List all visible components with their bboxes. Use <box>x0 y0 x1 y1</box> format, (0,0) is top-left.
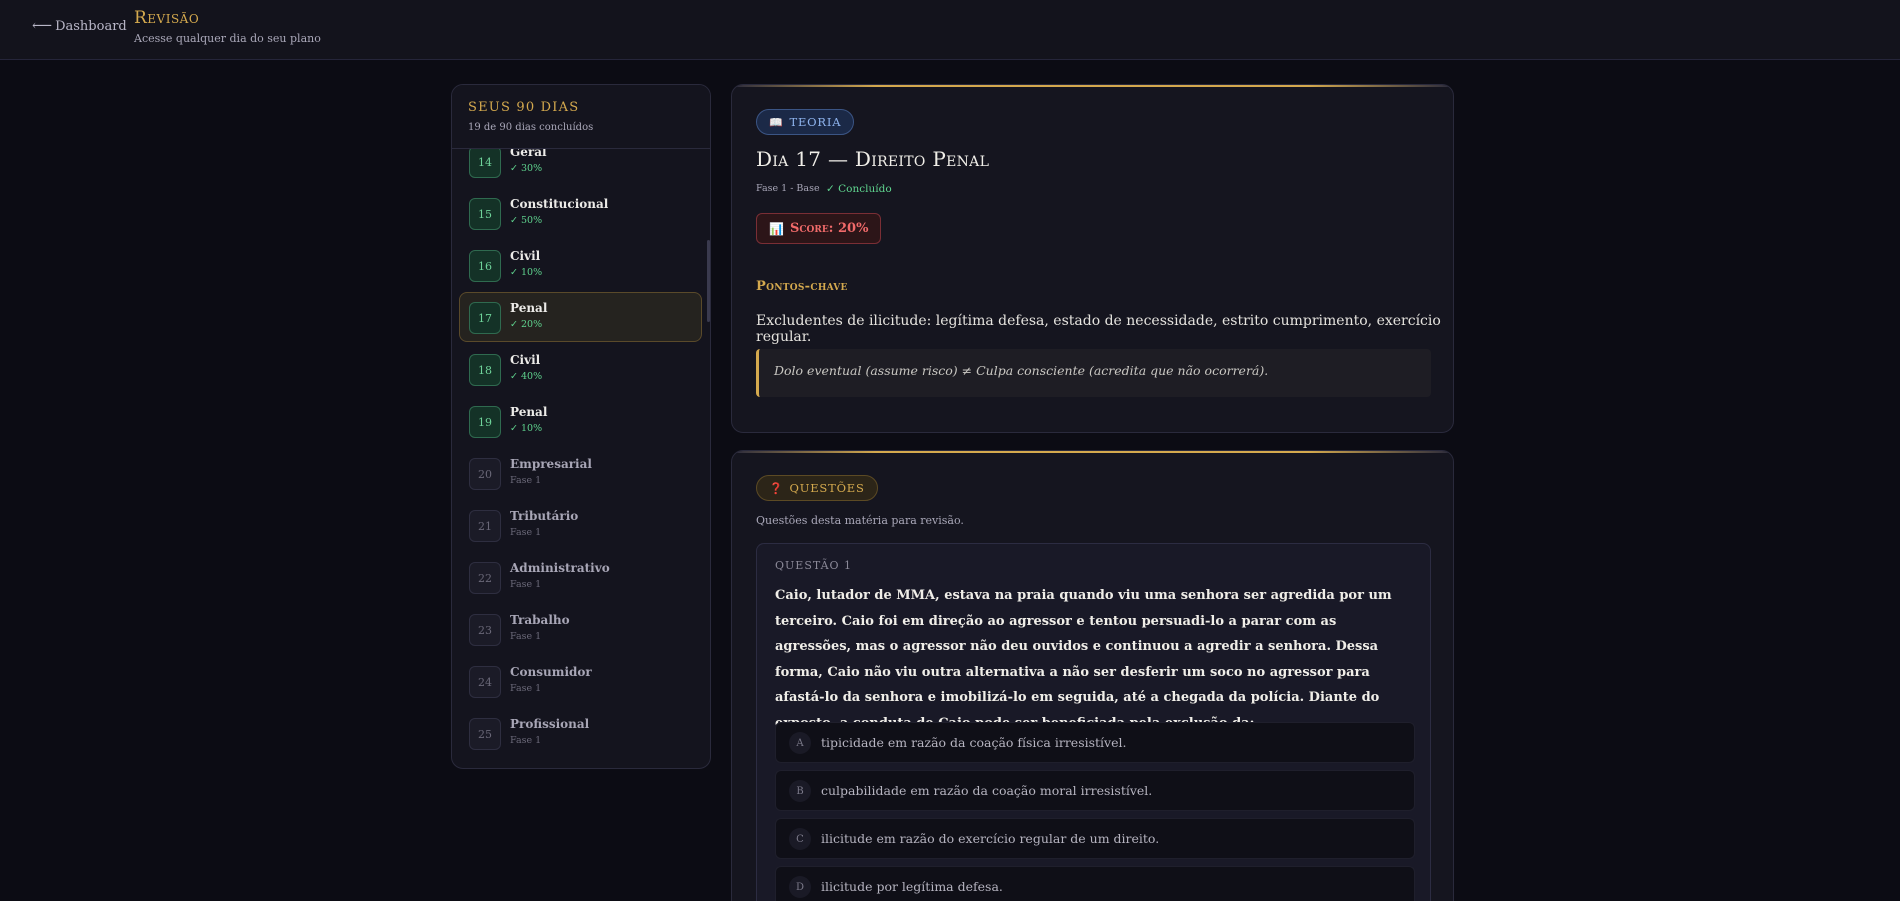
day-phase: Fase 1 <box>510 683 542 694</box>
back-to-dashboard-link[interactable]: ⟵ Dashboard <box>32 18 127 34</box>
book-icon: 📖 <box>769 115 784 129</box>
sidebar-progress: 19 de 90 dias concluídos <box>468 122 594 133</box>
days-sidebar: SEUS 90 DIAS 19 de 90 dias concluídos 14… <box>451 84 711 769</box>
day-score: ✓ 20% <box>510 319 543 330</box>
theory-card: 📖 TEORIA Dia 17 — Direito Penal Fase 1 -… <box>731 84 1454 433</box>
question-number: QUESTÃO 1 <box>775 559 853 572</box>
day-item-25[interactable]: 25 Profissional Fase 1 <box>459 708 702 758</box>
day-score: ✓ 40% <box>510 371 543 382</box>
day-subject: Empresarial <box>510 457 592 471</box>
day-item-15[interactable]: 15 Constitucional ✓ 50% <box>459 188 702 238</box>
key-points-text: Excludentes de ilicitude: legítima defes… <box>756 313 1441 345</box>
key-points-heading: Pontos-chave <box>756 279 848 294</box>
day-subject: Profissional <box>510 717 590 731</box>
sidebar-scrollbar[interactable] <box>707 240 710 322</box>
day-subject: Civil <box>510 353 541 367</box>
option-letter: D <box>789 876 811 898</box>
day-number: 24 <box>469 666 501 698</box>
day-phase: Fase 1 <box>510 527 542 538</box>
option-a[interactable]: A tipicidade em razão da coação física i… <box>775 722 1415 763</box>
day-item-21[interactable]: 21 Tributário Fase 1 <box>459 500 702 550</box>
day-item-23[interactable]: 23 Trabalho Fase 1 <box>459 604 702 654</box>
day-phase: Fase 1 <box>510 579 542 590</box>
day-item-19[interactable]: 19 Penal ✓ 10% <box>459 396 702 446</box>
day-number: 14 <box>469 149 501 178</box>
day-item-16[interactable]: 16 Civil ✓ 10% <box>459 240 702 290</box>
day-phase: Fase 1 <box>510 475 542 486</box>
page-title: Revisão <box>134 8 200 28</box>
day-number: 17 <box>469 302 501 334</box>
sidebar-header: SEUS 90 DIAS 19 de 90 dias concluídos <box>452 85 710 149</box>
day-number: 18 <box>469 354 501 386</box>
question-card: QUESTÃO 1 Caio, lutador de MMA, estava n… <box>756 543 1431 901</box>
day-score: ✓ 30% <box>510 163 543 174</box>
key-quote: Dolo eventual (assume risco) ≠ Culpa con… <box>756 349 1431 397</box>
day-subject: Geral <box>510 149 547 159</box>
questions-badge: ❓ QUESTÕES <box>756 475 878 501</box>
day-number: 20 <box>469 458 501 490</box>
arrow-left-icon: ⟵ <box>32 18 53 34</box>
option-text: tipicidade em razão da coação física irr… <box>821 735 1127 750</box>
day-number: 21 <box>469 510 501 542</box>
status-badge: ✓ Concluído <box>826 183 892 195</box>
day-phase: Fase 1 <box>510 631 542 642</box>
sidebar-title: SEUS 90 DIAS <box>468 100 580 115</box>
day-item-26[interactable]: 26 <box>459 760 702 768</box>
day-subject: Penal <box>510 405 548 419</box>
day-item-22[interactable]: 22 Administrativo Fase 1 <box>459 552 702 602</box>
day-subject: Trabalho <box>510 613 570 627</box>
question-text: Caio, lutador de MMA, estava na praia qu… <box>775 588 1392 731</box>
back-link-label: Dashboard <box>55 19 127 34</box>
phase-label: Fase 1 - Base <box>756 183 820 194</box>
day-score: ✓ 50% <box>510 215 543 226</box>
day-title: Dia 17 — Direito Penal <box>756 147 990 171</box>
page-subtitle: Acesse qualquer dia do seu plano <box>134 32 321 45</box>
day-number: 25 <box>469 718 501 750</box>
questions-card: ❓ QUESTÕES Questões desta matéria para r… <box>731 450 1454 901</box>
option-text: ilicitude em razão do exercício regular … <box>821 831 1160 846</box>
day-number: 19 <box>469 406 501 438</box>
score-label: Score: 20% <box>789 221 869 236</box>
day-score: ✓ 10% <box>510 423 543 434</box>
option-text: culpabilidade em razão da coação moral i… <box>821 783 1153 798</box>
key-quote-text: Dolo eventual (assume risco) ≠ Culpa con… <box>774 363 1269 378</box>
chart-icon: 📊 <box>769 221 784 236</box>
day-subject: Constitucional <box>510 197 609 211</box>
day-number: 16 <box>469 250 501 282</box>
theory-badge: 📖 TEORIA <box>756 109 855 135</box>
option-text: ilicitude por legítima defesa. <box>821 879 1003 894</box>
day-item-20[interactable]: 20 Empresarial Fase 1 <box>459 448 702 498</box>
option-b[interactable]: B culpabilidade em razão da coação moral… <box>775 770 1415 811</box>
top-bar: ⟵ Dashboard Revisão Acesse qualquer dia d… <box>0 0 1900 60</box>
day-subject: Tributário <box>510 509 579 523</box>
option-letter: B <box>789 780 811 802</box>
option-c[interactable]: C ilicitude em razão do exercício regula… <box>775 818 1415 859</box>
option-letter: C <box>789 828 811 850</box>
day-item-24[interactable]: 24 Consumidor Fase 1 <box>459 656 702 706</box>
day-score: ✓ 10% <box>510 267 543 278</box>
score-badge: 📊 Score: 20% <box>756 213 882 244</box>
day-number: 22 <box>469 562 501 594</box>
day-subject: Administrativo <box>510 561 610 575</box>
day-number: 23 <box>469 614 501 646</box>
day-subject: Civil <box>510 249 541 263</box>
day-number: 15 <box>469 198 501 230</box>
question-icon: ❓ <box>769 481 784 495</box>
day-item-18[interactable]: 18 Civil ✓ 40% <box>459 344 702 394</box>
day-phase: Fase 1 <box>510 735 542 746</box>
theory-badge-label: TEORIA <box>789 115 842 129</box>
day-item-17[interactable]: 17 Penal ✓ 20% <box>459 292 702 342</box>
day-item-14[interactable]: 14 Geral ✓ 30% <box>459 149 702 186</box>
day-subject: Penal <box>510 301 548 315</box>
day-list[interactable]: 14 Geral ✓ 30% 15 Constitucional ✓ 50% 16 Civil… <box>452 149 710 768</box>
option-d[interactable]: D ilicitude por legítima defesa. <box>775 866 1415 901</box>
day-subject: Consumidor <box>510 665 592 679</box>
option-letter: A <box>789 732 811 754</box>
questions-intro: Questões desta matéria para revisão. <box>756 514 964 527</box>
questions-badge-label: QUESTÕES <box>789 481 865 495</box>
